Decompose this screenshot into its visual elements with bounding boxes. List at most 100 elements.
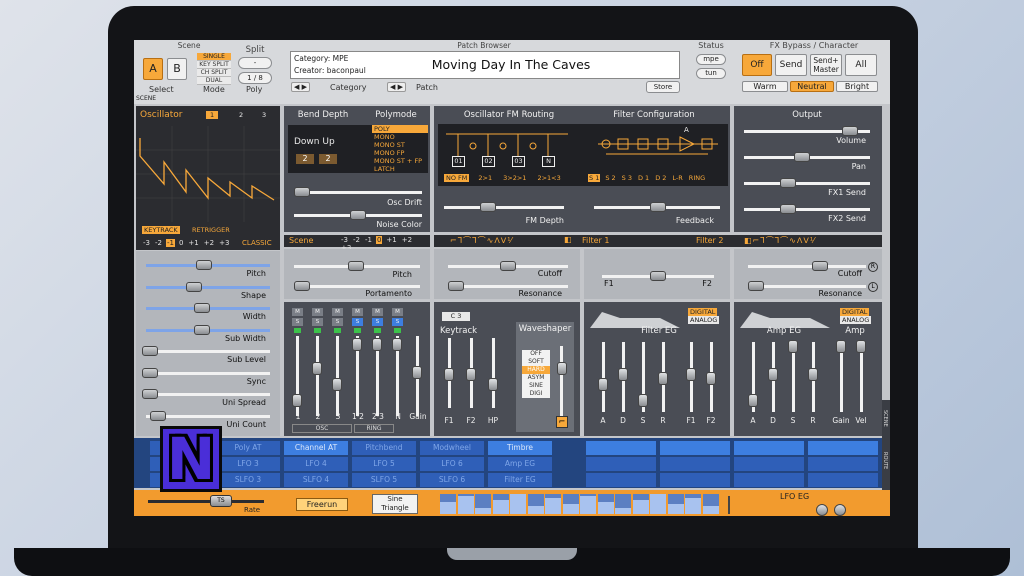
resonance1-knob[interactable] <box>448 281 464 291</box>
mixer-mute-2[interactable]: M <box>332 308 343 316</box>
polymode-4[interactable]: MONO ST + FP <box>372 157 428 165</box>
filter-eg-fader-3[interactable] <box>658 372 668 385</box>
filter-config-4[interactable]: D 2 <box>654 174 667 182</box>
waveshaper-curve-icon[interactable]: ⌐ <box>556 416 568 428</box>
mixer-solo-3[interactable]: S <box>352 318 363 326</box>
waveshaper-type-3[interactable]: ASYM <box>522 374 550 382</box>
filter-eg-analog[interactable]: ANALOG <box>688 316 720 324</box>
osc-param-knob-6[interactable] <box>142 389 158 399</box>
char-bright[interactable]: Bright <box>836 81 878 92</box>
osc-tab-2[interactable]: 2 <box>239 111 243 119</box>
mod-cell-1-5[interactable]: Amp EG <box>488 457 552 471</box>
filter-eg-fader-0[interactable] <box>598 378 608 391</box>
feedback-knob[interactable] <box>650 202 666 212</box>
resonance2-l-badge[interactable]: L <box>868 282 878 292</box>
lfo-eg-knob-1[interactable] <box>816 504 828 516</box>
mod-empty-0-0[interactable] <box>586 441 656 455</box>
osc-octave-2[interactable]: -1 <box>165 239 175 247</box>
lfo-rate-knob[interactable]: TS <box>210 495 232 507</box>
mod-cell-2-3[interactable]: SLFO 5 <box>352 473 416 487</box>
polymode-2[interactable]: MONO ST <box>372 141 428 149</box>
fx-send-button[interactable]: Send <box>775 54 807 76</box>
osc-tab-3[interactable]: 3 <box>262 111 266 119</box>
mod-cell-2-4[interactable]: SLFO 6 <box>420 473 484 487</box>
filter2-label[interactable]: Filter 2 <box>696 236 723 245</box>
category-arrows[interactable]: ◀ ▶ <box>291 82 310 92</box>
scene-octave-1[interactable]: -2 <box>352 236 361 244</box>
amp-eg-fader-2[interactable] <box>788 340 798 353</box>
polymode-0[interactable]: POLY <box>372 125 428 133</box>
mod-empty-2-2[interactable] <box>734 473 804 487</box>
filter-config-3[interactable]: D 1 <box>637 174 650 182</box>
osc-param-knob-7[interactable] <box>150 410 166 421</box>
mod-empty-0-2[interactable] <box>734 441 804 455</box>
polymode-5[interactable]: LATCH <box>372 165 428 173</box>
mod-cell-1-1[interactable]: LFO 3 <box>216 457 280 471</box>
lfo-shape-sine[interactable]: Sine <box>373 495 417 504</box>
mod-empty-1-1[interactable] <box>660 457 730 471</box>
lfo-shape-selector[interactable]: Sine Triangle <box>372 494 418 514</box>
mixer-fader-2[interactable] <box>332 378 342 391</box>
mixer-mute-5[interactable]: M <box>392 308 403 316</box>
amp-eg-fader-5[interactable] <box>856 340 866 353</box>
filter-config-1[interactable]: S 2 <box>604 174 616 182</box>
mod-cell-0-1[interactable]: Poly AT <box>216 441 280 455</box>
mixer-mute-1[interactable]: M <box>312 308 323 316</box>
mod-cell-0-4[interactable]: Modwheel <box>420 441 484 455</box>
mod-cell-0-2[interactable]: Channel AT <box>284 441 348 455</box>
keytrack-fader-1[interactable] <box>466 368 476 381</box>
filter-config-2[interactable]: S 3 <box>621 174 633 182</box>
output-knob-0[interactable] <box>842 126 858 136</box>
osc-octave-3[interactable]: 0 <box>178 239 184 247</box>
portamento-knob[interactable] <box>294 281 310 291</box>
mixer-solo-1[interactable]: S <box>312 318 323 326</box>
mod-cell-0-3[interactable]: Pitchbend <box>352 441 416 455</box>
waveshaper-type-1[interactable]: SOFT <box>522 358 550 366</box>
mixer-mute-4[interactable]: M <box>372 308 383 316</box>
retrigger-toggle[interactable]: RETRIGGER <box>192 226 230 234</box>
filter1-num-icon[interactable]: ◧ <box>564 235 572 244</box>
mod-empty-1-2[interactable] <box>734 457 804 471</box>
filter-config-6[interactable]: RING <box>688 174 706 182</box>
filter2-shapes-icon[interactable]: ◧⌐⅂⌒⅂⌒∿ᐱᐯ⅟ <box>744 235 815 246</box>
osc-type[interactable]: CLASSIC <box>242 239 272 247</box>
mod-empty-0-3[interactable] <box>808 441 878 455</box>
mixer-solo-0[interactable]: S <box>292 318 303 326</box>
store-button[interactable]: Store <box>646 81 680 93</box>
mod-empty-2-0[interactable] <box>586 473 656 487</box>
mixer-solo-4[interactable]: S <box>372 318 383 326</box>
scene-octave-3[interactable]: 0 <box>375 236 383 244</box>
fx-send-master-button[interactable]: Send+ Master <box>810 54 842 76</box>
polymode-3[interactable]: MONO FP <box>372 149 428 157</box>
osc-param-knob-4[interactable] <box>142 346 158 356</box>
amp-eg-fader-0[interactable] <box>748 394 758 407</box>
filter-config-5[interactable]: L-R <box>671 174 683 182</box>
split-value[interactable]: - <box>238 57 272 69</box>
keytrack-fader-2[interactable] <box>488 378 498 391</box>
bend-down-value[interactable]: 2 <box>296 154 314 164</box>
mod-empty-1-0[interactable] <box>586 457 656 471</box>
filter1-shapes-icon[interactable]: ⌐⅂⌒⅂⌒∿ᐱᐯ⅟ <box>450 235 513 246</box>
scene-octave-5[interactable]: +2 <box>401 236 413 244</box>
mod-empty-2-3[interactable] <box>808 473 878 487</box>
osc-octave-0[interactable]: -3 <box>142 239 151 247</box>
mixer-solo-2[interactable]: S <box>332 318 343 326</box>
filter-eg-fader-2[interactable] <box>638 394 648 407</box>
filter-eg-fader-4[interactable] <box>686 368 696 381</box>
waveshaper-type-0[interactable]: OFF <box>522 350 550 358</box>
scene-octave-2[interactable]: -1 <box>364 236 373 244</box>
mod-cell-2-2[interactable]: SLFO 4 <box>284 473 348 487</box>
amp-eg-digital[interactable]: DIGITAL <box>840 308 870 316</box>
status-tun[interactable]: tun <box>696 68 726 79</box>
output-knob-3[interactable] <box>780 204 796 214</box>
osc-octave-4[interactable]: +1 <box>187 239 199 247</box>
scene-a-button[interactable]: A <box>143 58 163 80</box>
output-knob-2[interactable] <box>780 178 796 188</box>
char-warm[interactable]: Warm <box>742 81 788 92</box>
mixer-fader-3[interactable] <box>352 338 362 351</box>
waveshaper-type-2[interactable]: HARD <box>522 366 550 374</box>
mod-empty-0-1[interactable] <box>660 441 730 455</box>
mixer-fader-4[interactable] <box>372 338 382 351</box>
keytrack-fader-0[interactable] <box>444 368 454 381</box>
filter-eg-fader-5[interactable] <box>706 372 716 385</box>
